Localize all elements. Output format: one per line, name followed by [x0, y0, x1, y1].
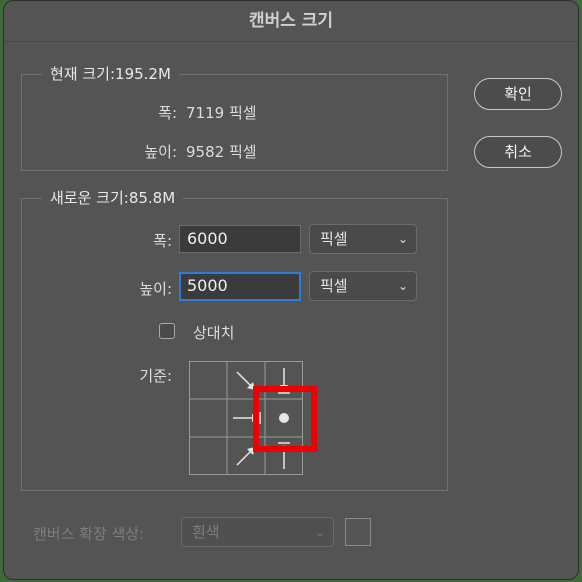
- anchor-label: 기준:: [139, 367, 172, 385]
- chevron-down-icon: ⌄: [397, 232, 408, 246]
- height-input[interactable]: 5000: [179, 272, 301, 301]
- new-size-legend: 새로운 크기:85.8M: [42, 188, 184, 208]
- current-height-label: 높이:: [144, 143, 177, 161]
- current-width-value: 7119 픽셀: [186, 104, 257, 122]
- anchor-bottom-left[interactable]: [190, 437, 228, 475]
- new-width-label: 폭:: [153, 232, 172, 250]
- highlight-box: [253, 386, 317, 452]
- dialog-title: 캔버스 크기: [4, 1, 578, 42]
- relative-checkbox[interactable]: [159, 323, 175, 339]
- chevron-down-icon: ⌄: [314, 525, 325, 539]
- extension-color-select[interactable]: 흰색 ⌄: [181, 517, 334, 547]
- width-unit-select[interactable]: 픽셀 ⌄: [309, 224, 417, 254]
- height-unit-select[interactable]: 픽셀 ⌄: [309, 271, 417, 301]
- current-size-legend: 현재 크기:195.2M: [42, 64, 179, 84]
- new-height-label: 높이:: [139, 280, 172, 298]
- anchor-top-left[interactable]: [190, 362, 228, 400]
- width-unit-value: 픽셀: [320, 230, 348, 248]
- anchor-middle-left[interactable]: [190, 399, 228, 437]
- height-unit-value: 픽셀: [320, 277, 348, 295]
- canvas-size-dialog: 캔버스 크기 현재 크기:195.2M 폭: 7119 픽셀 높이: 9582 …: [3, 0, 579, 580]
- width-input[interactable]: 6000: [179, 225, 301, 253]
- extension-color-label: 캔버스 확장 색상:: [33, 525, 145, 543]
- ok-button[interactable]: 확인: [474, 78, 562, 110]
- cancel-button[interactable]: 취소: [474, 136, 562, 168]
- extension-color-swatch[interactable]: [345, 518, 371, 546]
- extension-color-value: 흰색: [192, 523, 220, 541]
- current-width-label: 폭:: [158, 104, 177, 122]
- chevron-down-icon: ⌄: [397, 279, 408, 293]
- relative-label: 상대치: [193, 324, 235, 342]
- current-height-value: 9582 픽셀: [186, 143, 257, 161]
